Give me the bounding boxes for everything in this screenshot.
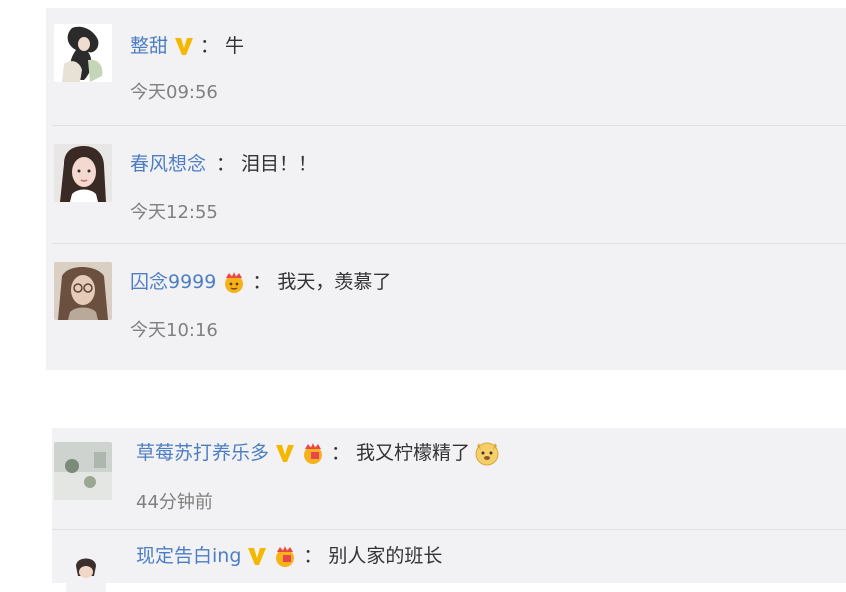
username-link[interactable]: 现定告白ing (136, 544, 241, 568)
comment-text: 我又柠檬精了 (356, 442, 471, 464)
colon-separator: ： (303, 545, 323, 567)
comment-text: 我天，羡慕了 (277, 271, 392, 293)
avatar[interactable] (66, 552, 106, 592)
comment-time: 今天10:16 (130, 320, 218, 341)
dog-emoji-icon (474, 440, 500, 466)
comment-time: 今天09:56 (130, 82, 218, 103)
username-link[interactable]: 囚念9999 (130, 270, 216, 294)
comment-item: 囚念9999 ： 我天，羡慕了 今天10:16 (46, 244, 846, 370)
v-badge-icon (174, 36, 194, 56)
comment-panel-bottom: 草莓苏打养乐多 ： 我又柠檬精了 44分钟前 现定告白ing ： 别人家的班长 (52, 428, 846, 592)
v-badge-icon (247, 546, 267, 566)
comment-item: 整甜 ： 牛 今天09:56 (46, 8, 846, 126)
username-link[interactable]: 整甜 (130, 34, 168, 58)
crown-badge-icon (222, 271, 246, 293)
avatar[interactable] (54, 24, 112, 82)
comment-text: 牛 (225, 35, 245, 57)
comment-item: 草莓苏打养乐多 ： 我又柠檬精了 44分钟前 (52, 428, 846, 530)
colon-separator: ： (216, 153, 236, 175)
comment-text: 泪目！！ (241, 153, 318, 175)
v-badge-icon (275, 443, 295, 463)
comment-item: 春风想念 ： 泪目！！ 今天12:55 (46, 126, 846, 244)
avatar[interactable] (54, 442, 112, 500)
comment-time: 44分钟前 (136, 492, 213, 513)
crown-badge-icon (301, 442, 325, 464)
colon-separator: ： (331, 442, 351, 464)
username-link[interactable]: 草莓苏打养乐多 (136, 441, 269, 465)
comment-panel-top: 整甜 ： 牛 今天09:56 春风想念 ： 泪目！！ 今天12:55 囚念999… (46, 8, 846, 370)
avatar[interactable] (54, 144, 112, 202)
crown-badge-icon (273, 545, 297, 567)
username-link[interactable]: 春风想念 (130, 152, 206, 176)
colon-separator: ： (252, 271, 272, 293)
comment-time: 今天12:55 (130, 202, 218, 223)
comment-item: 现定告白ing ： 别人家的班长 (52, 530, 846, 592)
avatar[interactable] (54, 262, 112, 320)
comment-text: 别人家的班长 (328, 545, 443, 567)
colon-separator: ： (200, 35, 220, 57)
